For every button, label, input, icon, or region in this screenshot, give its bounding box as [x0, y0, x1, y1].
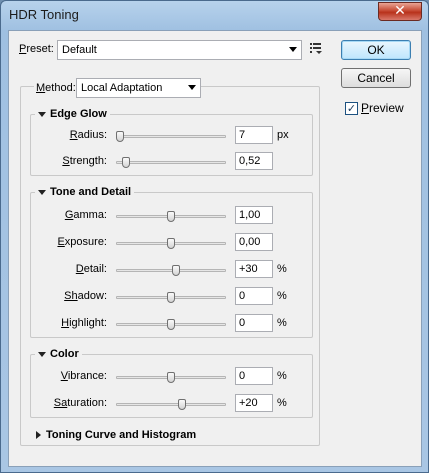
hdr-toning-window: HDR Toning ✕ Preset: Default OK Cancel ✓… — [0, 0, 429, 473]
cancel-button[interactable]: Cancel — [341, 68, 411, 88]
chevron-down-icon — [289, 47, 297, 52]
unit-label: % — [277, 317, 287, 329]
ok-button[interactable]: OK — [341, 40, 411, 60]
slider-label: Strength: — [62, 155, 107, 167]
preset-select[interactable]: Default — [57, 40, 302, 60]
toning-curve-title: Toning Curve and Histogram — [46, 429, 197, 441]
slider-track[interactable] — [116, 399, 226, 410]
close-button[interactable]: ✕ — [378, 2, 422, 21]
unit-label: % — [277, 397, 287, 409]
method-value: Local Adaptation — [81, 82, 163, 94]
slider-label: Saturation: — [53, 397, 107, 409]
slider-thumb[interactable] — [167, 319, 175, 330]
title-bar[interactable]: HDR Toning ✕ — [1, 1, 428, 31]
slider-track[interactable] — [116, 265, 226, 276]
collapse-triangle-icon — [36, 431, 41, 440]
slider-track[interactable] — [116, 292, 226, 303]
preset-value: Default — [62, 44, 97, 56]
expand-triangle-icon — [38, 351, 46, 357]
tone-detail-title: Tone and Detail — [50, 186, 132, 198]
slider-label: Detail: — [75, 263, 107, 275]
slider-thumb[interactable] — [167, 292, 175, 303]
value-field[interactable]: 0 — [235, 314, 273, 332]
preview-checkbox[interactable]: ✓ — [345, 102, 358, 115]
slider-thumb[interactable] — [167, 211, 175, 222]
slider-track[interactable] — [116, 131, 226, 142]
window-title: HDR Toning — [9, 7, 79, 22]
slider-label: Exposure: — [57, 236, 107, 248]
chevron-down-icon — [188, 85, 196, 90]
method-select[interactable]: Local Adaptation — [76, 78, 201, 98]
slider-track[interactable] — [116, 319, 226, 330]
value-field[interactable]: 0 — [235, 367, 273, 385]
color-toggle[interactable]: Color — [35, 348, 82, 360]
unit-label: % — [277, 263, 287, 275]
expand-triangle-icon — [38, 111, 46, 117]
tone-detail-toggle[interactable]: Tone and Detail — [35, 186, 135, 198]
value-field[interactable]: 0,00 — [235, 233, 273, 251]
slider-label: Gamma: — [64, 209, 107, 221]
slider-label: Vibrance: — [60, 370, 107, 382]
slider-label: Shadow: — [64, 290, 107, 302]
slider-thumb[interactable] — [121, 157, 130, 168]
expand-triangle-icon — [38, 189, 46, 195]
value-field[interactable]: 1,00 — [235, 206, 273, 224]
unit-label: % — [277, 370, 287, 382]
slider-track[interactable] — [116, 372, 226, 383]
slider-label: Radius: — [69, 129, 107, 141]
value-field[interactable]: 7 — [235, 126, 273, 144]
color-title: Color — [50, 348, 79, 360]
unit-label: % — [277, 290, 287, 302]
value-field[interactable]: 0 — [235, 287, 273, 305]
slider-thumb[interactable] — [167, 238, 175, 249]
slider-track[interactable] — [116, 157, 226, 168]
unit-label: px — [277, 129, 289, 141]
slider-label: Highlight: — [61, 317, 107, 329]
value-field[interactable]: +20 — [235, 394, 273, 412]
slider-track[interactable] — [116, 211, 226, 222]
value-field[interactable]: 0,52 — [235, 152, 273, 170]
edge-glow-title: Edge Glow — [50, 108, 107, 120]
slider-thumb[interactable] — [167, 372, 175, 383]
slider-thumb[interactable] — [177, 399, 186, 410]
toning-curve-toggle[interactable]: Toning Curve and Histogram — [36, 429, 196, 441]
preview-label: Preview — [361, 101, 404, 115]
slider-track[interactable] — [116, 238, 226, 249]
edge-glow-toggle[interactable]: Edge Glow — [35, 108, 110, 120]
list-menu-icon[interactable] — [309, 41, 323, 58]
slider-thumb[interactable] — [116, 131, 125, 142]
slider-thumb[interactable] — [172, 265, 181, 276]
dialog-body: Preset: Default OK Cancel ✓ Preview Meth… — [8, 30, 422, 467]
method-label: Method: — [34, 82, 78, 94]
value-field[interactable]: +30 — [235, 260, 273, 278]
preset-label: Preset: — [19, 43, 54, 55]
